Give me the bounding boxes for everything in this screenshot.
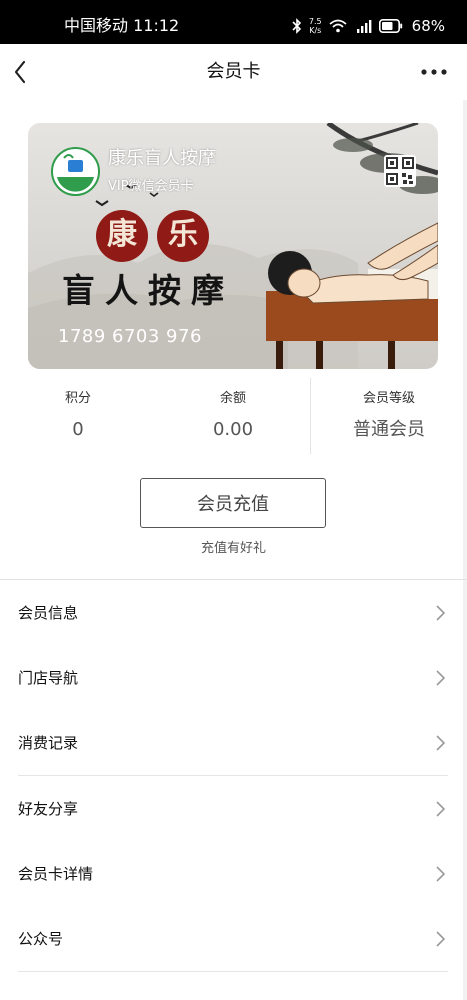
member-stats: 积分 0 余额 0.00 会员等级 普通会员 <box>0 378 467 456</box>
carrier-name: 中国移动 <box>64 16 129 35</box>
menu-item-consumption-records[interactable]: 消费记录 <box>18 710 448 776</box>
menu-item-label: 消费记录 <box>18 734 79 752</box>
art-title-char-2: 乐 <box>168 217 198 252</box>
battery-percent: 68% <box>411 17 445 35</box>
qr-code-icon[interactable] <box>384 155 416 187</box>
store-logo <box>51 147 100 196</box>
member-card[interactable]: 康乐盲人按摩 VIP微信会员卡 康 乐 盲人按摩 1789 6703 976 <box>28 123 438 369</box>
net-speed: 7.5 K/s <box>309 17 322 35</box>
menu-item-member-info[interactable]: 会员信息 <box>18 580 448 646</box>
net-speed-unit: K/s <box>309 26 322 35</box>
wifi-icon <box>329 19 347 33</box>
chevron-right-icon <box>436 605 446 621</box>
stat-points-value: 0 <box>72 419 84 440</box>
menu-item-share-friends[interactable]: 好友分享 <box>18 776 448 842</box>
more-dots-icon[interactable] <box>419 60 449 84</box>
menu-item-label: 会员卡详情 <box>18 865 94 883</box>
net-speed-value: 7.5 <box>308 17 322 26</box>
stat-points-label: 积分 <box>64 391 91 406</box>
stat-level[interactable]: 会员等级 普通会员 <box>311 378 467 456</box>
chevron-right-icon <box>436 866 446 882</box>
chevron-right-icon <box>436 670 446 686</box>
stat-balance-value: 0.00 <box>212 419 254 440</box>
stat-balance-label: 余额 <box>219 391 246 406</box>
page-title: 会员卡 <box>206 61 261 82</box>
menu-item-label: 公众号 <box>18 930 64 948</box>
chevron-right-icon <box>436 801 446 817</box>
status-carrier-time: 中国移动 11:12 <box>64 16 179 36</box>
card-number: 1789 6703 976 <box>58 326 202 347</box>
menu-bottom-divider <box>18 971 448 972</box>
menu-item-label: 会员信息 <box>18 604 79 622</box>
recharge-tip: 充值有好礼 <box>200 541 266 556</box>
status-time: 11:12 <box>133 16 180 35</box>
card-subtitle: VIP微信会员卡 <box>108 179 194 194</box>
menu-item-official-account[interactable]: 公众号 <box>18 906 448 972</box>
menu-item-store-navigation[interactable]: 门店导航 <box>18 645 448 711</box>
stat-points[interactable]: 积分 0 <box>0 378 156 456</box>
menu-item-card-details[interactable]: 会员卡详情 <box>18 841 448 907</box>
chevron-right-icon <box>436 735 446 751</box>
stat-level-label: 会员等级 <box>362 391 415 406</box>
status-icons: 7.5 K/s 68% <box>292 13 445 39</box>
stat-balance[interactable]: 余额 0.00 <box>155 378 311 456</box>
nav-bar: 会员卡 <box>0 44 467 100</box>
store-name: 康乐盲人按摩 <box>108 148 216 169</box>
battery-icon <box>378 19 402 33</box>
stat-level-value: 普通会员 <box>353 419 425 440</box>
menu-item-label: 门店导航 <box>18 669 79 687</box>
recharge-button[interactable]: 会员充值 <box>140 478 326 528</box>
chevron-right-icon <box>436 931 446 947</box>
signal-4g-icon <box>356 20 372 33</box>
menu-item-label: 好友分享 <box>18 800 79 818</box>
status-bar: 中国移动 11:12 7.5 K/s 68% <box>0 0 467 44</box>
art-subtitle: 盲人按摩 <box>62 271 234 310</box>
art-title-char-1: 康 <box>107 217 137 252</box>
bluetooth-icon <box>292 18 302 34</box>
store-logo-graphic <box>53 149 98 194</box>
